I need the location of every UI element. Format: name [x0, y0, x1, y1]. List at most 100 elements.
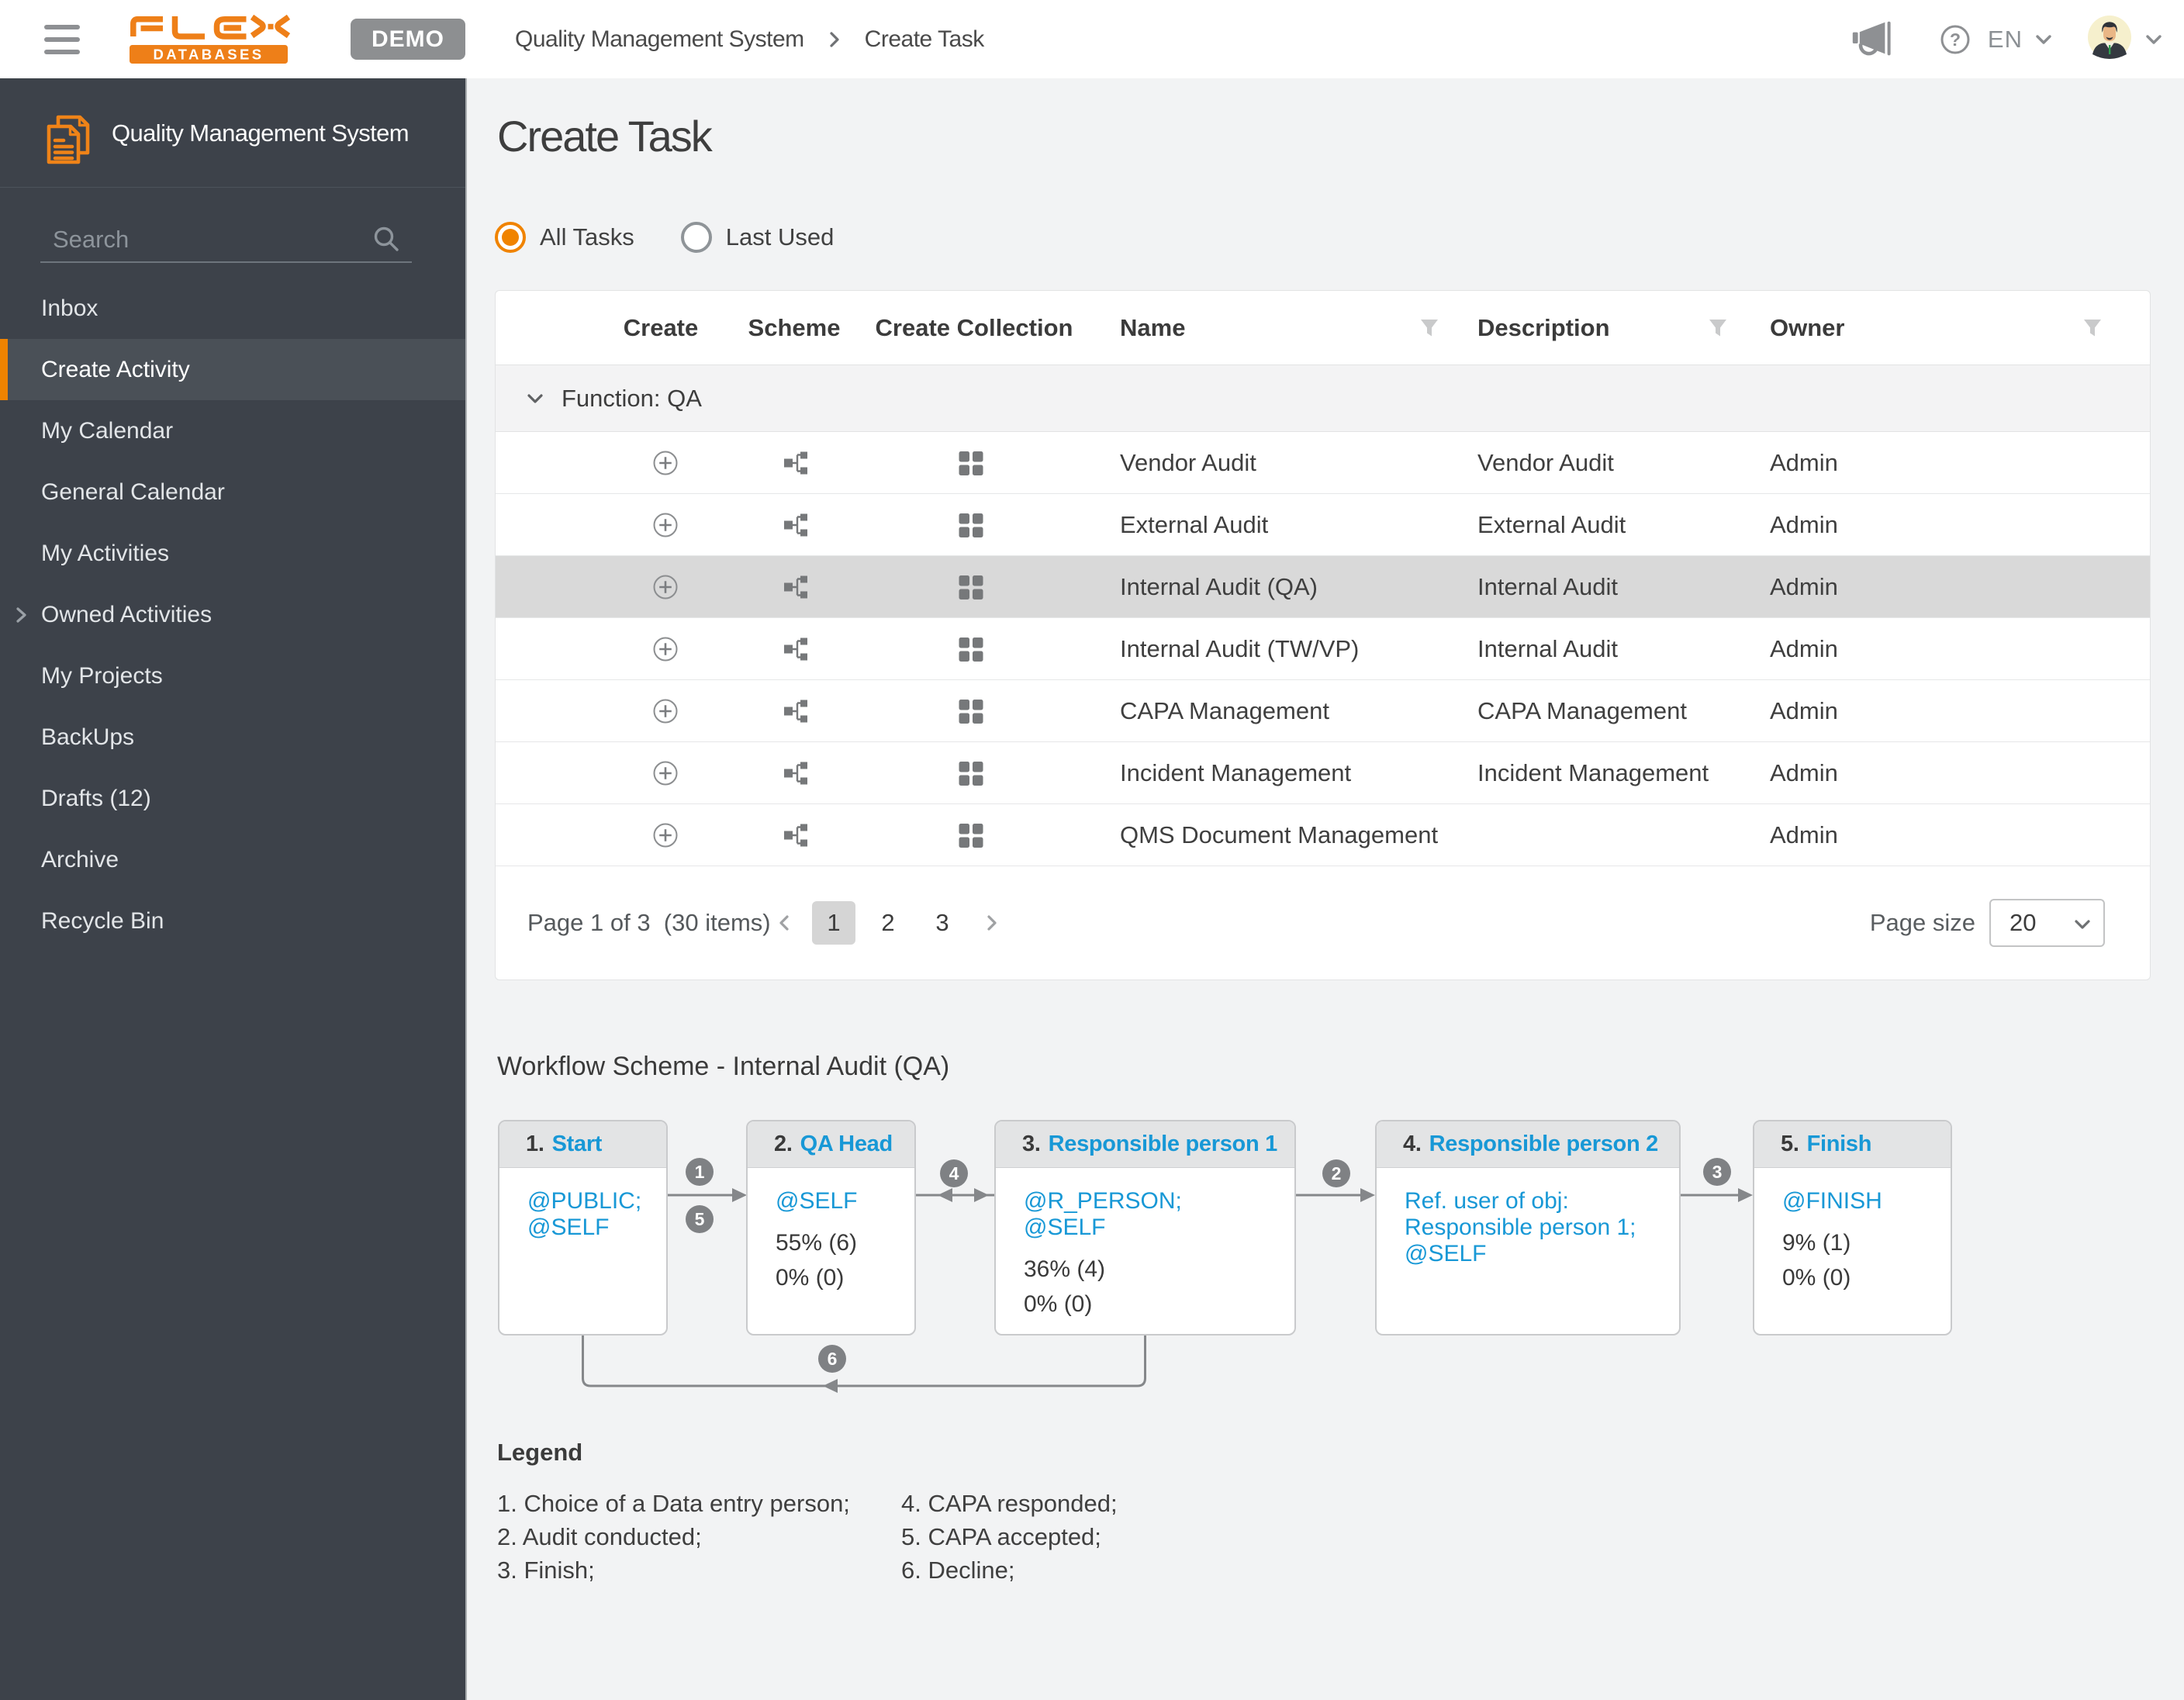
create-task-icon[interactable] — [653, 513, 678, 541]
filter-icon[interactable] — [1419, 317, 1440, 343]
sidebar-item[interactable]: My Calendar — [0, 400, 465, 461]
flex-databases-logo[interactable]: DATABASES — [127, 13, 291, 70]
radio-option[interactable]: All Tasks — [495, 222, 634, 253]
scheme-icon[interactable] — [784, 451, 810, 479]
step-name[interactable]: Start — [552, 1132, 603, 1157]
sidebar-item[interactable]: My Projects — [0, 645, 465, 707]
create-task-icon[interactable] — [653, 761, 678, 790]
next-page-icon[interactable] — [969, 901, 1013, 945]
table-row[interactable]: Internal Audit (QA) Internal Audit Admin — [496, 556, 2150, 618]
step-stat: 0% (0) — [776, 1265, 845, 1291]
scheme-icon[interactable] — [784, 638, 810, 665]
sidebar-item[interactable]: Drafts (12) — [0, 768, 465, 829]
sidebar-item[interactable]: Owned Activities — [0, 584, 465, 645]
scheme-icon[interactable] — [784, 513, 810, 541]
step-name[interactable]: Finish — [1807, 1132, 1872, 1157]
table-row[interactable]: External Audit External Audit Admin — [496, 494, 2150, 556]
sidebar-search[interactable]: Search — [40, 213, 412, 263]
step-stat: 55% (6) — [776, 1230, 858, 1256]
step-role: @FINISH — [1782, 1188, 1882, 1214]
create-task-icon[interactable] — [653, 451, 678, 479]
create-collection-icon[interactable] — [959, 451, 983, 479]
table-group-row[interactable]: Function: QA — [496, 365, 2150, 432]
workflow-step-start[interactable]: 1. Start @PUBLIC; @SELF — [498, 1120, 668, 1335]
sidebar-module-header[interactable]: Quality Management System — [0, 78, 465, 188]
workflow-step-qa-head[interactable]: 2. QA Head @SELF 55% (6) 0% (0) — [746, 1120, 916, 1335]
table-row[interactable]: CAPA Management CAPA Management Admin — [496, 680, 2150, 742]
create-task-icon[interactable] — [653, 637, 678, 665]
hamburger-menu-icon[interactable] — [44, 25, 80, 54]
column-header-description[interactable]: Description — [1477, 291, 1610, 365]
page-size-select[interactable]: 20 — [1989, 899, 2105, 947]
previous-page-icon[interactable] — [763, 901, 807, 945]
page-number[interactable]: 1 — [812, 901, 855, 945]
page-size-label: Page size — [1869, 909, 1975, 936]
create-collection-icon[interactable] — [959, 824, 983, 852]
create-collection-icon[interactable] — [959, 638, 983, 665]
filter-icon[interactable] — [2082, 317, 2103, 343]
column-header-name[interactable]: Name — [1120, 291, 1185, 365]
breadcrumb-parent[interactable]: Quality Management System — [515, 26, 804, 53]
scheme-icon[interactable] — [784, 700, 810, 727]
create-collection-icon[interactable] — [959, 700, 983, 727]
scheme-icon[interactable] — [784, 824, 810, 851]
group-label: Function: QA — [562, 385, 702, 412]
create-task-icon[interactable] — [653, 699, 678, 727]
sidebar-item[interactable]: BackUps — [0, 707, 465, 768]
table-rows: Vendor Audit Vendor Audit Admin External… — [496, 432, 2150, 866]
sidebar-item-label: BackUps — [41, 724, 135, 750]
sidebar-item[interactable]: Inbox — [0, 278, 465, 339]
step-name[interactable]: Responsible person 2 — [1429, 1132, 1659, 1157]
cell-name: Internal Audit (TW/VP) — [1120, 635, 1360, 662]
step-name[interactable]: QA Head — [800, 1132, 893, 1157]
scheme-icon[interactable] — [784, 762, 810, 789]
page-number[interactable]: 2 — [866, 901, 910, 945]
sidebar-item[interactable]: My Activities — [0, 523, 465, 584]
column-header-scheme[interactable]: Scheme — [748, 291, 841, 365]
sidebar-item-label: Inbox — [41, 295, 98, 321]
chevron-down-icon[interactable] — [524, 387, 547, 410]
workflow-step-responsible-2[interactable]: 4. Responsible person 2 Ref. user of obj:… — [1375, 1120, 1681, 1335]
cell-description: External Audit — [1477, 511, 1626, 538]
step-number: 2. — [774, 1132, 793, 1156]
sidebar-item[interactable]: Recycle Bin — [0, 890, 465, 952]
create-task-icon[interactable] — [653, 823, 678, 852]
table-row[interactable]: QMS Document Management Admin — [496, 804, 2150, 866]
column-header-owner[interactable]: Owner — [1770, 291, 1844, 365]
radio-circle[interactable] — [680, 222, 712, 253]
create-collection-icon[interactable] — [959, 575, 983, 603]
demo-badge[interactable]: DEMO — [351, 19, 465, 60]
create-task-icon[interactable] — [653, 575, 678, 603]
sidebar-item[interactable]: Create Activity — [0, 339, 465, 400]
radio-circle[interactable] — [495, 222, 526, 253]
column-header-create-collection[interactable]: Create Collection — [876, 291, 1073, 365]
create-collection-icon[interactable] — [959, 513, 983, 541]
sidebar-item[interactable]: Archive — [0, 829, 465, 890]
announcements-icon[interactable] — [1852, 21, 1894, 58]
step-number: 5. — [1781, 1132, 1799, 1156]
language-switcher[interactable]: EN — [1988, 26, 2054, 54]
table-row[interactable]: Internal Audit (TW/VP) Internal Audit Ad… — [496, 618, 2150, 680]
radio-label: Last Used — [725, 223, 835, 251]
table-row[interactable]: Incident Management Incident Management … — [496, 742, 2150, 804]
workflow-step-finish[interactable]: 5. Finish @FINISH 9% (1) 0% (0) — [1753, 1120, 1952, 1335]
step-role: @R_PERSON; — [1024, 1188, 1182, 1214]
step-name[interactable]: Responsible person 1 — [1049, 1132, 1278, 1157]
filter-icon[interactable] — [1707, 317, 1729, 343]
chevron-down-icon — [2075, 920, 2090, 929]
legend: Legend 1. Choice of a Data entry person;… — [497, 1439, 1118, 1587]
help-icon[interactable]: ? — [1940, 24, 1971, 55]
column-header-create[interactable]: Create — [624, 291, 699, 365]
table-row[interactable]: Vendor Audit Vendor Audit Admin — [496, 432, 2150, 494]
sidebar-item-label: My Calendar — [41, 417, 174, 444]
sidebar-menu: Inbox Create Activity My Calendar Genera… — [0, 278, 465, 952]
user-menu[interactable] — [2088, 16, 2164, 63]
avatar[interactable] — [2088, 16, 2131, 63]
sidebar-item[interactable]: General Calendar — [0, 461, 465, 523]
search-icon[interactable] — [371, 224, 401, 254]
scheme-icon[interactable] — [784, 575, 810, 603]
create-collection-icon[interactable] — [959, 762, 983, 790]
workflow-step-responsible-1[interactable]: 3. Responsible person 1 @R_PERSON; @SELF … — [994, 1120, 1296, 1335]
page-number[interactable]: 3 — [921, 901, 964, 945]
radio-option[interactable]: Last Used — [680, 222, 835, 253]
